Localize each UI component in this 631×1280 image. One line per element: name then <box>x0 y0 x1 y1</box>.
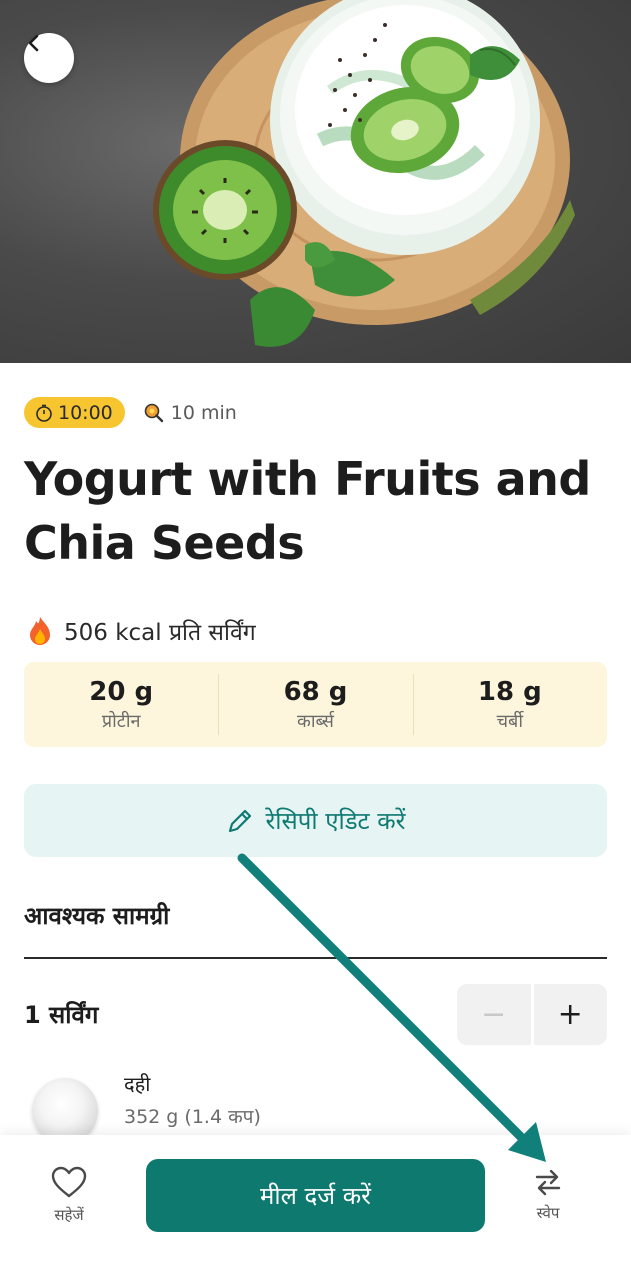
swap-arrows-icon <box>535 1169 561 1196</box>
stopwatch-icon <box>36 404 52 422</box>
hero-illustration <box>153 0 575 347</box>
back-button[interactable] <box>24 33 74 83</box>
ingredient-item[interactable]: दही 352 g (1.4 कप) <box>24 1068 261 1135</box>
duration-label: 10 min <box>170 401 237 424</box>
serving-stepper: − + <box>457 984 607 1045</box>
macro-fat: 18 g चर्बी <box>412 662 607 747</box>
fire-icon <box>30 617 50 645</box>
save-label: सहेजें <box>54 1206 84 1224</box>
ingredient-name: दही <box>124 1072 151 1096</box>
swap-button[interactable]: स्वेप <box>533 1167 563 1223</box>
frying-pan-icon <box>144 403 163 422</box>
ingredient-quantity: 352 g (1.4 कप) <box>124 1106 261 1128</box>
macro-value: 18 g <box>477 676 542 707</box>
chevron-left-icon <box>28 34 39 52</box>
cook-duration: 10 min <box>143 402 237 424</box>
decrease-serving-button[interactable]: − <box>457 984 531 1045</box>
pencil-icon <box>229 809 252 832</box>
ingredients-heading: आवश्यक सामग्री <box>24 902 170 930</box>
bottom-action-bar: सहेजें मील दर्ज करें स्वेप <box>0 1135 631 1280</box>
macro-label: कार्ब्स <box>297 710 334 732</box>
macro-value: 20 g <box>89 676 154 707</box>
log-meal-button[interactable]: मील दर्ज करें <box>146 1159 485 1232</box>
ingredient-text: दही 352 g (1.4 कप) <box>124 1068 261 1129</box>
macro-label: प्रोटीन <box>101 710 141 732</box>
macro-carbs: 68 g कार्ब्स <box>218 662 412 747</box>
save-button[interactable]: सहेजें <box>50 1165 88 1225</box>
calorie-label: 506 kcal प्रति सर्विंग <box>64 620 256 646</box>
edit-recipe-label: रेसिपी एडिट करें <box>265 807 406 835</box>
serving-count: 1 सर्विंग <box>24 1001 99 1029</box>
calorie-info: 506 kcal प्रति सर्विंग <box>26 615 256 647</box>
heart-icon <box>51 1166 87 1198</box>
recipe-title: Yogurt with Fruits and Chia Seeds <box>24 452 591 570</box>
macro-value: 68 g <box>283 676 348 707</box>
yogurt-image <box>32 1078 98 1135</box>
macro-summary: 20 g प्रोटीन 68 g कार्ब्स 18 g चर्बी <box>24 662 607 747</box>
time-badge: 10:00 <box>24 397 125 428</box>
increase-serving-button[interactable]: + <box>533 984 607 1045</box>
recipe-hero-image <box>0 0 631 363</box>
edit-recipe-button[interactable]: रेसिपी एडिट करें <box>24 784 607 857</box>
recipe-meta-row: 10:00 10 min <box>24 397 237 428</box>
time-badge-label: 10:00 <box>58 401 113 424</box>
macro-label: चर्बी <box>496 710 523 732</box>
recipe-details: 10:00 10 min Yogurt with Fruits and Chia… <box>0 363 631 1135</box>
macro-protein: 20 g प्रोटीन <box>24 662 218 747</box>
swap-label: स्वेप <box>536 1204 560 1222</box>
section-divider <box>24 957 607 959</box>
